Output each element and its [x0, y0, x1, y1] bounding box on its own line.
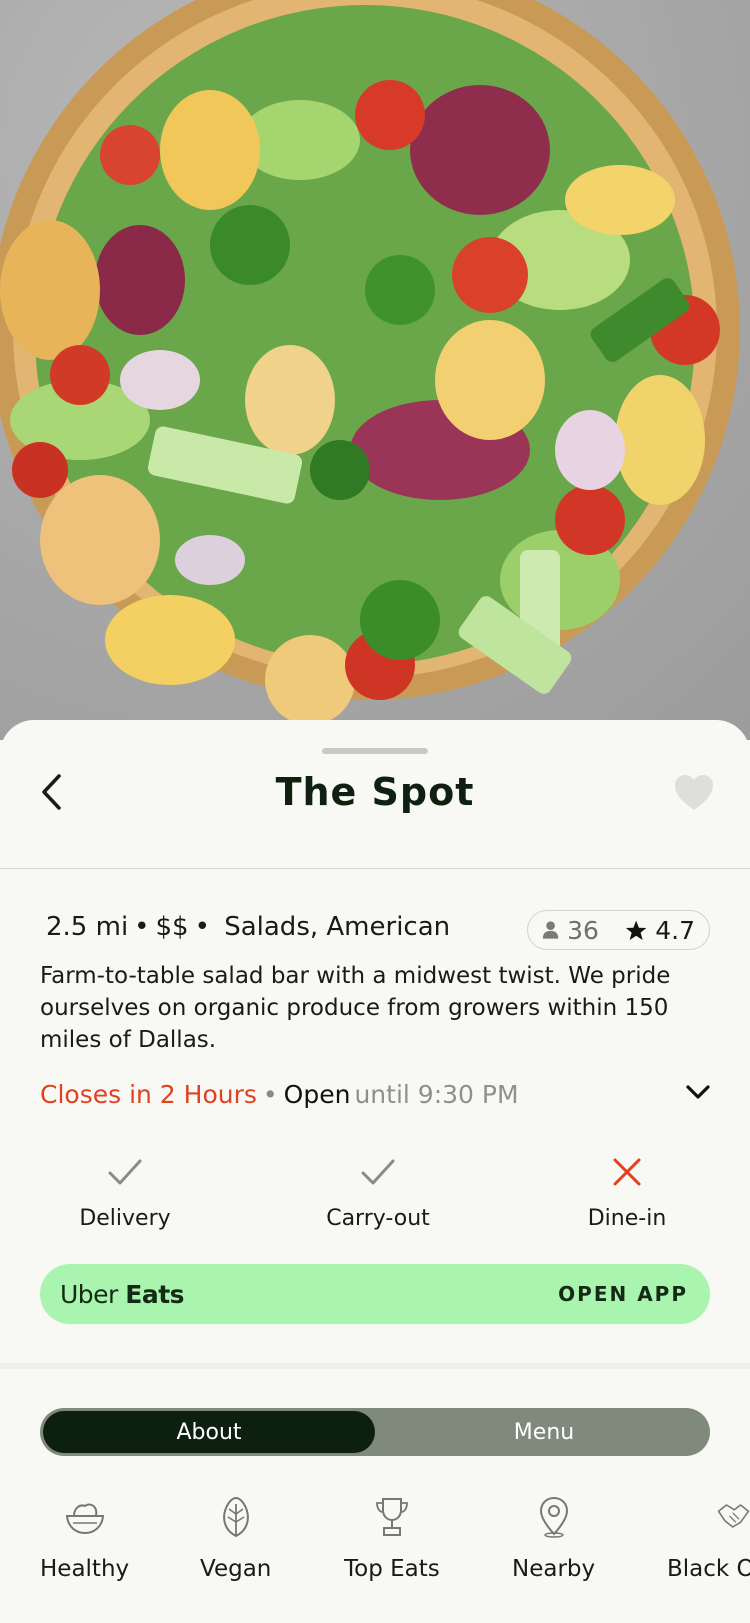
hours-text: until 9:30 PM — [354, 1080, 519, 1109]
chevron-down-icon — [686, 1085, 710, 1099]
about-menu-toggle: About Menu — [40, 1408, 710, 1456]
category-black-owned[interactable]: Black O — [667, 1496, 750, 1582]
service-label: Carry-out — [326, 1206, 430, 1231]
service-dine-in: Dine-in — [542, 1152, 712, 1231]
restaurant-meta: 2.5 mi • $$ • Salads, American — [46, 912, 451, 942]
restaurant-detail-sheet: The Spot 2.5 mi • $$ • Salads, American 36 … — [0, 720, 750, 1623]
open-app-button[interactable]: OPEN APP — [558, 1282, 688, 1306]
person-icon — [542, 921, 559, 939]
salad-bowl-photo — [0, 0, 740, 725]
tab-about[interactable]: About — [43, 1411, 375, 1453]
review-count: 36 — [567, 915, 599, 945]
hours-line: Closes in 2 Hours • Open until 9:30 PM — [40, 1080, 519, 1109]
distance: 2.5 mi — [46, 912, 129, 942]
closing-note: Closes in 2 Hours — [40, 1080, 257, 1109]
open-status: Open — [283, 1080, 351, 1109]
category-label: Vegan — [200, 1556, 272, 1582]
tab-menu[interactable]: Menu — [378, 1408, 710, 1456]
service-label: Delivery — [79, 1206, 171, 1231]
uber-eats-banner[interactable]: Uber Eats OPEN APP — [40, 1264, 710, 1324]
restaurant-description: Farm-to-table salad bar with a midwest t… — [40, 963, 671, 1053]
category-label: Top Eats — [344, 1556, 440, 1582]
header-divider — [0, 868, 750, 869]
leaf-icon — [222, 1496, 249, 1538]
favorite-button[interactable] — [674, 774, 716, 814]
restaurant-name: The Spot — [275, 770, 475, 814]
hero-image — [0, 0, 750, 740]
category-healthy[interactable]: Healthy — [40, 1496, 129, 1582]
star-icon — [625, 920, 647, 940]
salad-bowl-icon — [65, 1503, 104, 1535]
check-icon — [108, 1159, 142, 1185]
category-label: Healthy — [40, 1556, 130, 1582]
service-label: Dine-in — [587, 1206, 667, 1231]
category-top-eats[interactable]: Top Eats — [344, 1496, 440, 1582]
service-delivery: Delivery — [40, 1152, 210, 1231]
expand-hours-button[interactable] — [684, 1082, 714, 1112]
handshake-icon — [717, 1504, 750, 1528]
check-icon — [361, 1159, 395, 1185]
price-level: $$ — [155, 912, 189, 942]
category-label: Black O — [667, 1556, 750, 1582]
category-label: Nearby — [512, 1556, 596, 1582]
location-pin-icon — [539, 1496, 568, 1538]
sheet-grabber[interactable] — [322, 748, 428, 754]
category-nearby[interactable]: Nearby — [512, 1496, 595, 1582]
category-vegan[interactable]: Vegan — [200, 1496, 271, 1582]
close-icon — [613, 1158, 641, 1186]
cuisines: Salads, American — [224, 912, 451, 942]
trophy-icon — [375, 1498, 408, 1536]
service-carry-out: Carry-out — [293, 1152, 463, 1231]
uber-eats-logo: Uber Eats — [60, 1279, 185, 1309]
rating-badge[interactable]: 36 4.7 — [527, 910, 710, 950]
heart-icon — [675, 775, 713, 810]
rating-value: 4.7 — [655, 915, 695, 945]
section-separator — [0, 1363, 750, 1369]
